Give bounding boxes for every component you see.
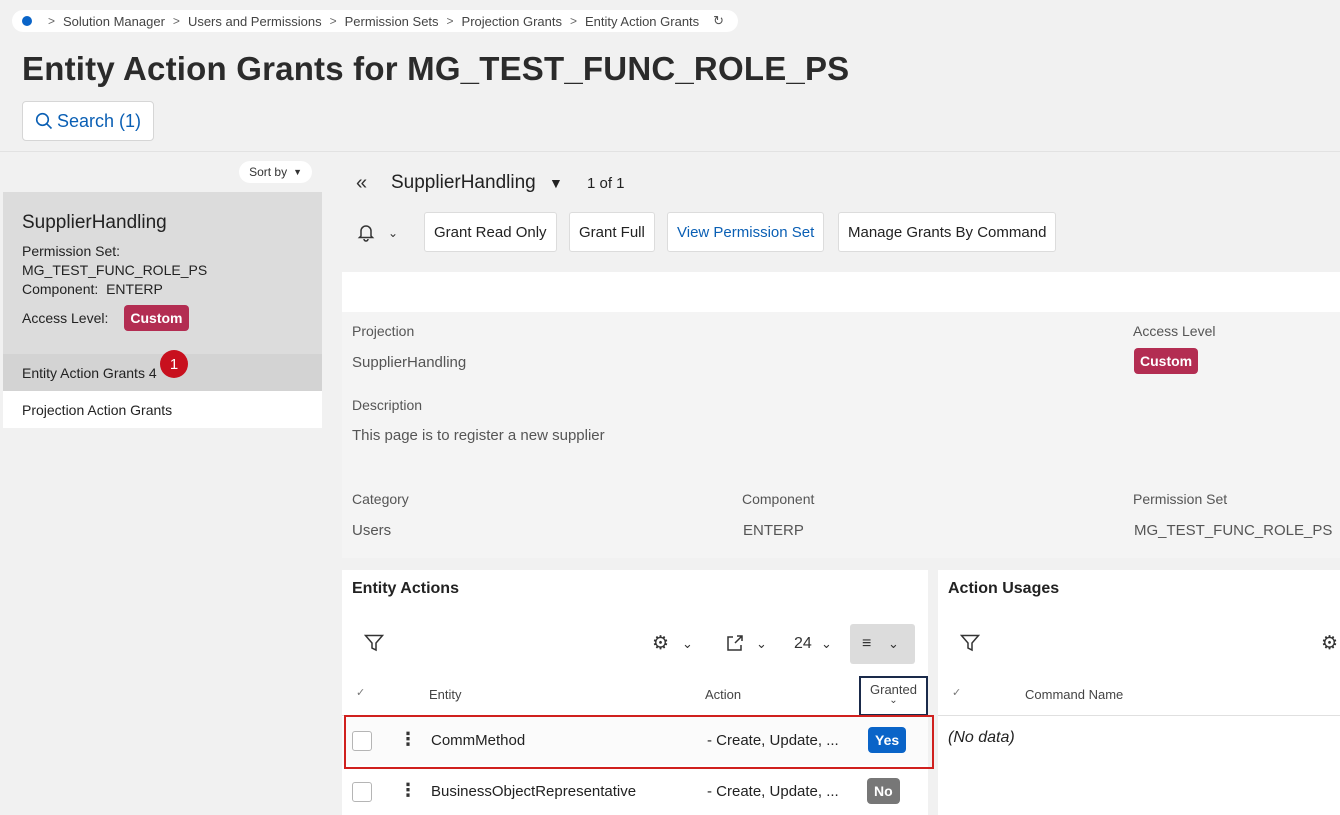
chevron-right-icon: > — [569, 14, 577, 28]
category-label: Category — [352, 491, 409, 507]
nav-item-label: Projection Action Grants — [22, 401, 173, 418]
chevron-down-icon[interactable]: ⌄ — [756, 636, 767, 652]
row-highlight-frame — [344, 715, 934, 769]
nav-projection-action-grants[interactable]: Projection Action Grants — [3, 391, 322, 428]
kebab-menu-icon[interactable]: ⋮ — [399, 780, 417, 801]
projection-value: SupplierHandling — [352, 354, 467, 371]
gear-icon[interactable]: ⚙ — [1321, 632, 1338, 655]
caret-down-icon[interactable]: ▼ — [549, 175, 563, 191]
column-header-granted[interactable]: Granted ⌄ — [859, 676, 928, 716]
manage-grants-button[interactable]: Manage Grants By Command — [838, 212, 1057, 252]
sort-by-label: Sort by — [249, 165, 288, 179]
export-icon[interactable] — [726, 634, 744, 652]
chevron-down-icon[interactable]: ⌄ — [388, 226, 398, 240]
permission-set-value: MG_TEST_FUNC_ROLE_PS — [1134, 522, 1333, 539]
breadcrumb-item[interactable]: Solution Manager — [63, 14, 165, 29]
details-header-strip — [342, 272, 1340, 312]
grant-full-button[interactable]: Grant Full — [569, 212, 655, 252]
caret-down-icon: ▼ — [293, 167, 302, 177]
access-level-label: Access Level — [1133, 323, 1216, 339]
search-icon — [35, 112, 53, 130]
select-all-check-icon[interactable]: ✓ — [356, 686, 365, 699]
collapse-panel-icon[interactable]: « — [356, 172, 367, 195]
access-level-badge: Custom — [124, 305, 189, 331]
record-count: 1 of 1 — [587, 175, 625, 192]
nav-item-label: Entity Action Grants 4 — [22, 364, 157, 381]
record-selector-title[interactable]: SupplierHandling — [391, 172, 536, 194]
bell-icon[interactable] — [356, 222, 376, 242]
home-dot-icon[interactable] — [22, 16, 32, 26]
chevron-right-icon: > — [446, 14, 454, 28]
cell-entity: BusinessObjectRepresentative — [431, 783, 637, 800]
access-level-badge: Custom — [1134, 348, 1199, 374]
category-value: Users — [352, 522, 392, 539]
access-level-line: Access Level: Custom — [22, 305, 322, 331]
permission-set-label: Permission Set: — [22, 243, 121, 259]
nav-entity-action-grants[interactable]: Entity Action Grants 4 1 — [3, 350, 322, 391]
chevron-right-icon: > — [48, 14, 56, 28]
chevron-down-icon: ⌄ — [888, 636, 899, 651]
list-view-icon: ≡ — [862, 635, 872, 652]
description-value: This page is to register a new supplier — [352, 427, 605, 444]
select-all-check-icon[interactable]: ✓ — [952, 686, 961, 699]
search-button[interactable]: Search (1) — [22, 101, 155, 141]
component-line: Component: ENTERP — [22, 280, 322, 299]
component-label: Component — [742, 491, 815, 507]
component-value: ENTERP — [106, 281, 163, 297]
filter-icon[interactable] — [960, 634, 980, 652]
projection-label: Projection — [352, 323, 415, 339]
permission-set-value: MG_TEST_FUNC_ROLE_PS — [22, 262, 208, 278]
action-usages-card: Action Usages ⚙ ✓ Command Name (No data) — [938, 570, 1340, 815]
row-checkbox[interactable] — [352, 782, 372, 802]
action-usages-title: Action Usages — [948, 580, 1060, 597]
page-size-value[interactable]: 24 — [794, 635, 812, 653]
grant-read-only-button[interactable]: Grant Read Only — [424, 212, 557, 252]
component-label: Component: — [22, 281, 99, 297]
view-permission-set-button[interactable]: View Permission Set — [667, 212, 825, 252]
table-header-rule — [938, 715, 1340, 716]
description-label: Description — [352, 397, 423, 413]
breadcrumb-item-current: Entity Action Grants — [585, 13, 700, 29]
breadcrumb-item[interactable]: Permission Sets — [345, 14, 439, 29]
breadcrumb: > Solution Manager > Users and Permissio… — [12, 10, 739, 32]
access-level-label: Access Level: — [22, 310, 109, 326]
component-value: ENTERP — [743, 522, 804, 539]
record-card[interactable]: SupplierHandling Permission Set: MG_TEST… — [3, 192, 322, 354]
column-header-entity[interactable]: Entity — [429, 687, 462, 702]
gear-icon[interactable]: ⚙ — [652, 632, 669, 655]
sort-by-button[interactable]: Sort by ▼ — [239, 161, 312, 183]
granted-no-badge: No — [867, 778, 900, 804]
chevron-down-icon[interactable]: ⌄ — [821, 636, 832, 652]
step-number-badge: 1 — [160, 350, 188, 378]
page-title: Entity Action Grants for MG_TEST_FUNC_RO… — [22, 50, 850, 87]
empty-state-text: (No data) — [948, 729, 1015, 746]
permission-set-label: Permission Set — [1133, 491, 1228, 507]
details-card: Projection SupplierHandling Access Level… — [342, 272, 1340, 558]
entity-actions-title: Entity Actions — [352, 580, 459, 597]
left-panel: Sort by ▼ SupplierHandling Permission Se… — [0, 152, 322, 815]
breadcrumb-item[interactable]: Users and Permissions — [188, 14, 322, 29]
column-header-command-name[interactable]: Command Name — [1025, 687, 1123, 702]
entity-actions-card: Entity Actions ⚙ ⌄ ⌄ 24 ⌄ ≡ ⌄ ✓ Entity A… — [342, 570, 928, 815]
list-view-toggle[interactable]: ≡ ⌄ — [850, 624, 915, 664]
search-button-label: Search (1) — [57, 110, 142, 131]
chevron-down-icon[interactable]: ⌄ — [682, 636, 693, 652]
sort-chevron-icon: ⌄ — [889, 695, 898, 706]
chevron-right-icon: > — [172, 14, 180, 28]
refresh-icon[interactable]: ↻ — [713, 13, 724, 29]
filter-icon[interactable] — [364, 634, 384, 652]
cell-action: - Create, Update, ... — [707, 783, 839, 800]
table-row[interactable]: ⋮ BusinessObjectRepresentative - Create,… — [342, 768, 928, 815]
chevron-right-icon: > — [329, 14, 337, 28]
column-header-action[interactable]: Action — [705, 687, 741, 702]
record-title: SupplierHandling — [22, 212, 167, 233]
breadcrumb-item[interactable]: Projection Grants — [462, 14, 562, 29]
